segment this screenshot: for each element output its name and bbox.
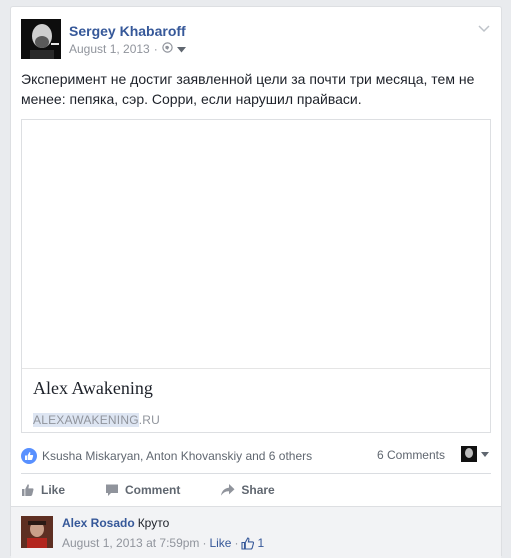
comment-like-button[interactable]: Like — [209, 536, 231, 550]
like-label: Like — [41, 483, 66, 497]
commenter-avatar[interactable] — [21, 516, 53, 548]
link-preview[interactable]: Alex Awakening ALEXAWAKENING.RU — [21, 119, 491, 433]
audience-icon[interactable] — [162, 42, 173, 56]
comment-like-count[interactable]: 1 — [241, 536, 264, 550]
comment-likes-number: 1 — [257, 536, 265, 550]
comment-meta: August 1, 2013 at 7:59pm · Like · 1 — [62, 536, 264, 550]
like-reaction-icon — [21, 448, 37, 464]
divider — [21, 473, 491, 474]
chevron-down-icon — [481, 451, 489, 457]
comment-meta-separator: · — [202, 536, 207, 550]
post-card: Sergey Khabaroff August 1, 2013 · Экспер… — [10, 6, 502, 558]
commenter-name[interactable]: Alex Rosado — [62, 516, 135, 530]
link-domain-highlight: ALEXAWAKENING — [33, 413, 139, 427]
post-actions: Like Comment Share — [21, 477, 491, 503]
comment-body: Alex Rosado Круто — [62, 516, 169, 530]
like-button[interactable]: Like — [21, 483, 65, 497]
comment-as-selector[interactable] — [461, 446, 489, 462]
post-options-chevron-icon[interactable] — [477, 21, 491, 35]
comment-text: Круто — [137, 516, 170, 530]
comment-label: Comment — [125, 483, 181, 497]
reactors-names[interactable]: Ksusha Miskaryan, Anton Khovanskiy and 6… — [42, 449, 312, 463]
author-avatar[interactable] — [21, 19, 61, 59]
meta-separator: · — [153, 42, 158, 56]
thumbs-up-outline-icon — [241, 536, 255, 550]
share-label: Share — [241, 483, 275, 497]
comment-timestamp[interactable]: August 1, 2013 at 7:59pm — [62, 536, 199, 550]
post-date[interactable]: August 1, 2013 — [69, 42, 150, 56]
link-domain-rest: .RU — [138, 413, 161, 427]
link-title[interactable]: Alex Awakening — [33, 378, 153, 399]
comment-button[interactable]: Comment — [105, 483, 180, 497]
post-text: Эксперимент не достиг заявленной цели за… — [21, 71, 475, 107]
comments-section: Alex Rosado Круто August 1, 2013 at 7:59p… — [11, 506, 501, 558]
share-arrow-icon — [221, 484, 235, 496]
link-preview-image[interactable] — [22, 120, 490, 369]
comment-meta-separator-2: · — [234, 536, 239, 550]
comment-bubble-icon — [106, 484, 119, 496]
reactions-bar: Ksusha Miskaryan, Anton Khovanskiy and 6… — [21, 445, 491, 467]
audience-caret-icon[interactable] — [176, 42, 186, 56]
share-button[interactable]: Share — [220, 483, 275, 497]
viewer-avatar — [461, 446, 477, 462]
link-domain: ALEXAWAKENING.RU — [33, 413, 160, 427]
post-meta: August 1, 2013 · — [69, 42, 186, 56]
post-author-name[interactable]: Sergey Khabaroff — [69, 23, 186, 39]
thumbs-up-icon — [22, 484, 34, 496]
comments-count[interactable]: 6 Comments — [377, 448, 445, 462]
